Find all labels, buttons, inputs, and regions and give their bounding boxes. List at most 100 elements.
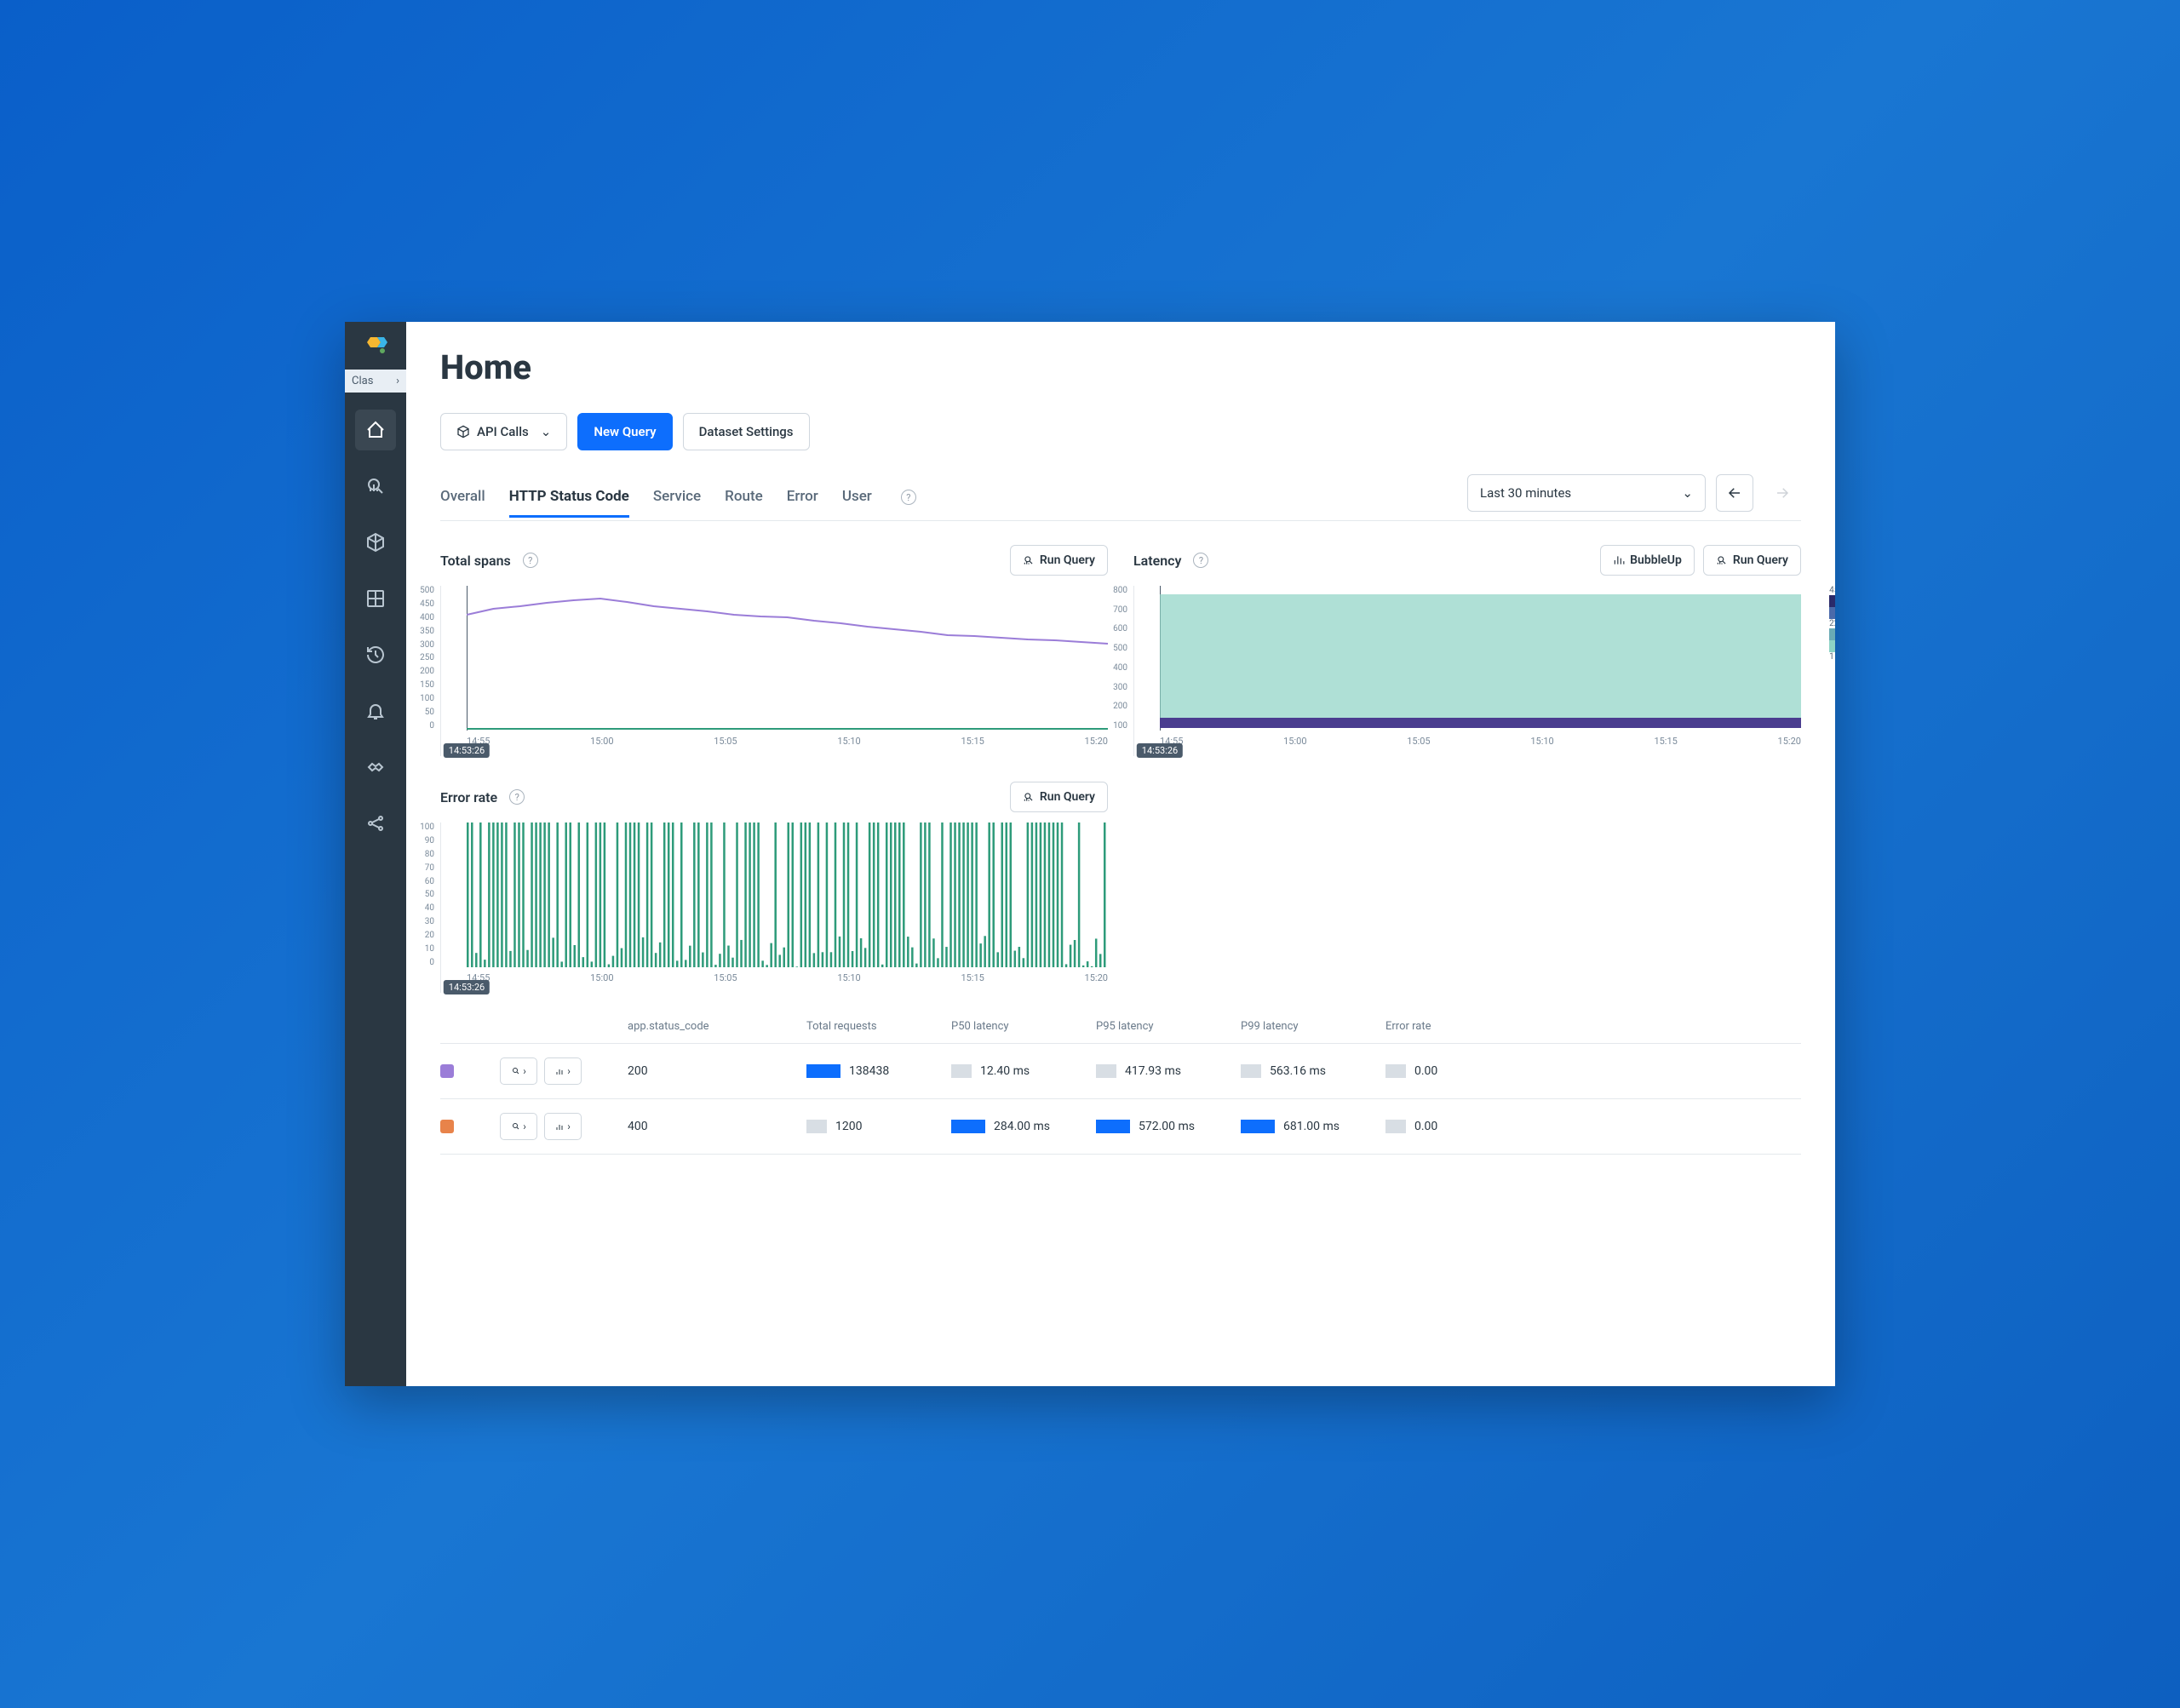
chevron-down-icon: ⌄ bbox=[1682, 485, 1693, 501]
cell-total-requests: 1200 bbox=[835, 1120, 862, 1133]
plot-area[interactable] bbox=[467, 822, 1108, 967]
x-axis: 14:5515:0015:0515:1015:1515:20 bbox=[467, 736, 1108, 747]
cell-error-rate: 0.00 bbox=[1414, 1120, 1437, 1133]
bubble-up-button[interactable]: BubbleUp bbox=[1600, 545, 1695, 576]
col-p50: P50 latency bbox=[951, 1020, 1087, 1033]
share-icon bbox=[365, 813, 386, 834]
breadcrumb-label: Clas bbox=[352, 375, 373, 387]
row-chart-button[interactable]: › bbox=[544, 1057, 582, 1085]
chart-title: Error rate bbox=[440, 789, 497, 805]
cell-p50: 284.00 ms bbox=[994, 1120, 1050, 1133]
sidebar-item-boards[interactable] bbox=[355, 578, 396, 619]
bar-chart-icon bbox=[555, 1121, 565, 1132]
toolbar: API Calls ⌄ New Query Dataset Settings bbox=[440, 413, 1801, 450]
time-back-button[interactable] bbox=[1716, 474, 1753, 512]
run-query-button[interactable]: Run Query bbox=[1010, 545, 1108, 576]
col-p95: P95 latency bbox=[1096, 1020, 1232, 1033]
color-swatch bbox=[440, 1064, 454, 1078]
bar-chart-icon bbox=[555, 1066, 565, 1076]
handshake-icon bbox=[365, 757, 386, 777]
heatmap-legend: 450 225 1 bbox=[1829, 586, 1835, 662]
cell-error-rate: 0.00 bbox=[1414, 1064, 1437, 1078]
run-query-button[interactable]: Run Query bbox=[1703, 545, 1801, 576]
chevron-right-icon: › bbox=[396, 375, 399, 387]
breadcrumb[interactable]: Clas › bbox=[345, 370, 406, 393]
logo bbox=[359, 329, 393, 363]
col-status-code: app.status_code bbox=[628, 1020, 798, 1033]
help-icon[interactable]: ? bbox=[901, 490, 916, 505]
row-query-button[interactable]: › bbox=[500, 1057, 537, 1085]
tab-service[interactable]: Service bbox=[653, 478, 701, 518]
dataset-selector[interactable]: API Calls ⌄ bbox=[440, 413, 567, 450]
table-row: › › 200 138438 12.40 ms 417.93 ms 563.16… bbox=[440, 1044, 1801, 1099]
time-marker: 14:53:26 bbox=[444, 980, 490, 994]
cell-status-code: 400 bbox=[628, 1120, 798, 1133]
sidebar-item-datasets[interactable] bbox=[355, 522, 396, 563]
new-query-button[interactable]: New Query bbox=[577, 413, 672, 450]
color-swatch bbox=[440, 1120, 454, 1133]
bar-icon bbox=[1096, 1120, 1130, 1133]
query-icon bbox=[511, 1121, 521, 1132]
col-total-requests: Total requests bbox=[806, 1020, 943, 1033]
sidebar-item-teams[interactable] bbox=[355, 747, 396, 788]
chart-title: Latency bbox=[1133, 553, 1181, 569]
col-p99: P99 latency bbox=[1241, 1020, 1377, 1033]
help-icon[interactable]: ? bbox=[509, 789, 525, 805]
cell-total-requests: 138438 bbox=[849, 1064, 889, 1078]
results-table: app.status_code Total requests P50 laten… bbox=[440, 1010, 1801, 1155]
tab-http-status-code[interactable]: HTTP Status Code bbox=[509, 478, 629, 518]
chart-total-spans: Total spans ? Run Query 5004504003503002… bbox=[440, 545, 1108, 756]
tab-overall[interactable]: Overall bbox=[440, 478, 485, 518]
run-query-button[interactable]: Run Query bbox=[1010, 782, 1108, 812]
y-axis: 1009080706050403020100 bbox=[434, 822, 458, 967]
tab-user[interactable]: User bbox=[842, 478, 872, 518]
cell-p95: 572.00 ms bbox=[1139, 1120, 1195, 1133]
bar-chart-icon bbox=[1613, 554, 1625, 566]
bar-icon bbox=[1096, 1064, 1116, 1078]
chart-title: Total spans bbox=[440, 553, 511, 569]
sidebar-item-integrations[interactable] bbox=[355, 803, 396, 844]
tab-route[interactable]: Route bbox=[725, 478, 763, 518]
tabs: Overall HTTP Status Code Service Route E… bbox=[440, 478, 916, 518]
dataset-label: API Calls bbox=[477, 424, 529, 439]
row-query-button[interactable]: › bbox=[500, 1113, 537, 1140]
bell-icon bbox=[365, 701, 386, 721]
time-forward-button[interactable] bbox=[1764, 474, 1801, 512]
query-icon bbox=[1023, 791, 1035, 803]
cell-p95: 417.93 ms bbox=[1125, 1064, 1181, 1078]
time-marker: 14:53:26 bbox=[444, 743, 490, 758]
arrow-left-icon bbox=[1727, 485, 1742, 501]
bar-icon bbox=[1385, 1064, 1406, 1078]
cube-icon bbox=[456, 425, 470, 438]
home-icon bbox=[365, 420, 386, 440]
table-header: app.status_code Total requests P50 laten… bbox=[440, 1010, 1801, 1044]
row-chart-button[interactable]: › bbox=[544, 1113, 582, 1140]
bar-icon bbox=[1385, 1120, 1406, 1133]
col-error-rate: Error rate bbox=[1385, 1020, 1488, 1033]
x-axis: 14:5515:0015:0515:1015:1515:20 bbox=[467, 972, 1108, 983]
sidebar-item-alerts[interactable] bbox=[355, 691, 396, 731]
y-axis: 500450400350300250200150100500 bbox=[434, 586, 458, 731]
time-range-selector[interactable]: Last 30 minutes ⌄ bbox=[1467, 474, 1706, 512]
cell-status-code: 200 bbox=[628, 1064, 798, 1078]
dataset-settings-button[interactable]: Dataset Settings bbox=[683, 413, 810, 450]
y-axis: 800700600500400300200100 bbox=[1127, 586, 1151, 731]
sidebar-item-explore[interactable] bbox=[355, 466, 396, 507]
arrow-right-icon bbox=[1775, 485, 1790, 501]
sidebar-item-history[interactable] bbox=[355, 634, 396, 675]
main-content: Home API Calls ⌄ New Query Dataset Setti… bbox=[406, 322, 1835, 1386]
plot-area[interactable] bbox=[1160, 586, 1801, 731]
plot-area[interactable] bbox=[467, 586, 1108, 731]
tab-error[interactable]: Error bbox=[787, 478, 818, 518]
bar-icon bbox=[806, 1120, 827, 1133]
explore-icon bbox=[365, 476, 386, 496]
cell-p99: 681.00 ms bbox=[1283, 1120, 1340, 1133]
help-icon[interactable]: ? bbox=[1193, 553, 1208, 568]
sidebar-item-home[interactable] bbox=[355, 410, 396, 450]
sidebar: Clas › bbox=[345, 322, 406, 1386]
x-axis: 14:5515:0015:0515:1015:1515:20 bbox=[1160, 736, 1801, 747]
app-window: Clas › bbox=[345, 322, 1835, 1386]
charts-grid: Total spans ? Run Query 5004504003503002… bbox=[440, 545, 1801, 993]
help-icon[interactable]: ? bbox=[523, 553, 538, 568]
bar-icon bbox=[806, 1064, 840, 1078]
